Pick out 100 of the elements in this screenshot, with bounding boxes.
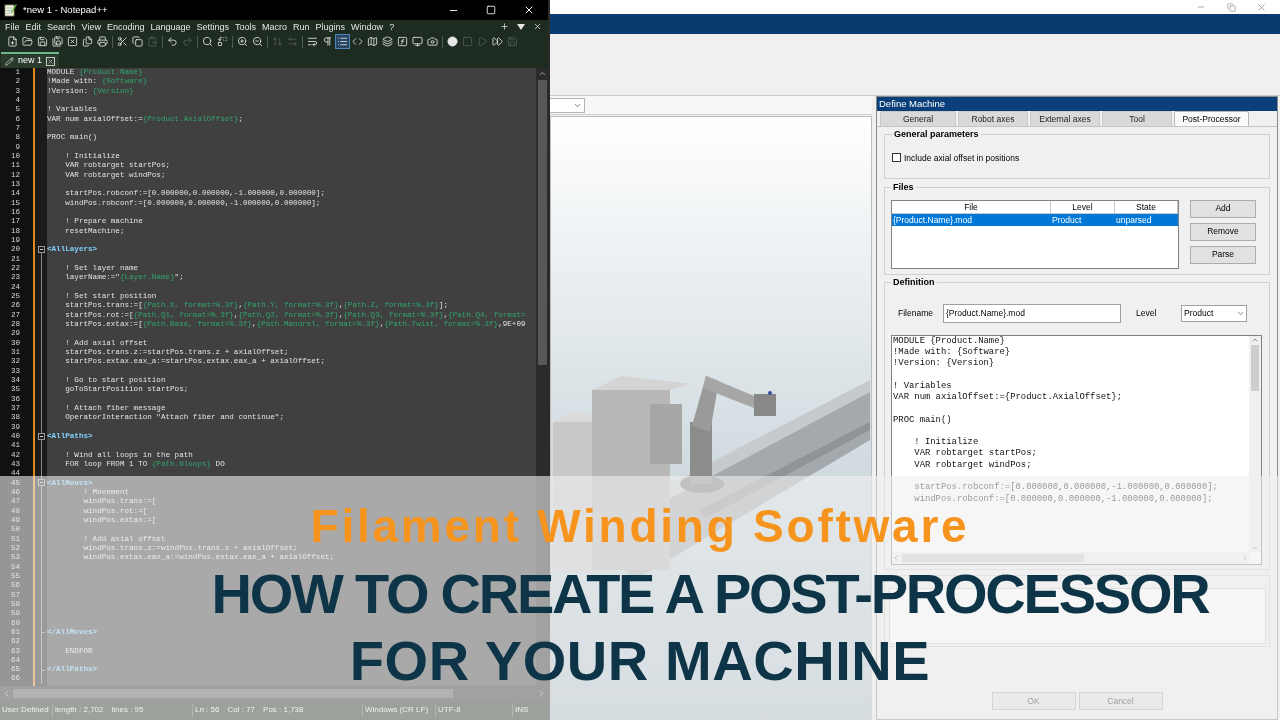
indent-guide-button[interactable] xyxy=(335,34,350,49)
status-text: INS xyxy=(515,704,529,716)
cut-button[interactable] xyxy=(115,34,130,49)
table-cell-text: unparsed xyxy=(1115,213,1153,226)
menu-item[interactable]: Language xyxy=(147,20,194,33)
layers-icon xyxy=(382,36,393,47)
field-label: Level xyxy=(1136,306,1158,320)
dropdown-triangle-icon[interactable] xyxy=(517,23,525,30)
level-select[interactable]: Product xyxy=(1181,304,1247,322)
dialog-tab[interactable]: General xyxy=(880,111,956,126)
document-map-button[interactable] xyxy=(365,34,380,49)
menu-item[interactable]: Search xyxy=(44,20,79,33)
function-list-button[interactable] xyxy=(395,34,410,49)
dialog-tab[interactable]: Robot axes xyxy=(958,111,1028,126)
find-button[interactable] xyxy=(200,34,215,49)
menu-item[interactable]: View xyxy=(78,20,104,33)
zoom-in-icon xyxy=(237,36,248,47)
menu-item[interactable]: ? xyxy=(386,20,398,33)
play-multiple-button[interactable] xyxy=(490,34,505,49)
menu-item[interactable]: Encoding xyxy=(103,20,148,33)
table-cell-text: Product xyxy=(1051,213,1083,226)
dialog-tab[interactable]: Tool xyxy=(1102,111,1172,126)
clipboard-icon xyxy=(147,36,158,47)
status-text: lines : 95 xyxy=(111,704,144,716)
editor-tab[interactable]: new 1 xyxy=(1,52,60,68)
new-file-icon xyxy=(7,36,18,47)
status-text: Col : 77 xyxy=(227,704,256,716)
print-button[interactable] xyxy=(95,34,110,49)
checkbox[interactable] xyxy=(892,153,901,163)
save-all-button[interactable] xyxy=(50,34,65,49)
status-text: length : 2,702 xyxy=(55,704,104,716)
dropdown-field[interactable] xyxy=(550,97,585,113)
action-button[interactable]: Parse xyxy=(1190,245,1256,264)
table-cell-text: {Product.Name}.mod xyxy=(892,213,973,226)
checkbox-label: Include axial offset in positions xyxy=(904,151,1020,165)
redo-icon xyxy=(182,36,193,47)
record-button[interactable] xyxy=(445,34,460,49)
undo-icon xyxy=(167,36,178,47)
scroll-up-icon[interactable] xyxy=(537,69,547,78)
menu-item[interactable]: Window xyxy=(348,20,387,33)
status-text: User Defined xyxy=(2,704,49,716)
menu-item[interactable]: File xyxy=(2,20,23,33)
square-x-icon xyxy=(67,36,78,47)
monitor-icon xyxy=(412,36,423,47)
copy-button[interactable] xyxy=(130,34,145,49)
wrap-text-icon xyxy=(307,36,318,47)
document-list-button[interactable] xyxy=(380,34,395,49)
collapse-icon[interactable] xyxy=(37,432,45,440)
replace-button[interactable] xyxy=(215,34,230,49)
function-icon xyxy=(397,36,408,47)
plus-icon[interactable] xyxy=(500,22,509,31)
play-icon xyxy=(477,36,488,47)
new-file-button[interactable] xyxy=(5,34,20,49)
close-all-button[interactable] xyxy=(80,34,95,49)
scrollbar-thumb[interactable] xyxy=(537,80,547,365)
scissors-icon xyxy=(117,36,128,47)
close-file-button[interactable] xyxy=(65,34,80,49)
search-icon xyxy=(202,36,213,47)
pencil-icon xyxy=(5,56,14,66)
status-text: Pos : 1,738 xyxy=(263,704,304,716)
open-button[interactable] xyxy=(20,34,35,49)
close-icon[interactable] xyxy=(46,56,56,66)
filename-field[interactable]: {Product.Name}.mod xyxy=(943,303,1121,323)
fast-forward-icon xyxy=(492,36,503,47)
group-title: Files xyxy=(892,181,915,194)
monitoring-button[interactable] xyxy=(425,34,440,49)
record-icon xyxy=(447,36,458,47)
menu-item[interactable]: Run xyxy=(290,20,313,33)
notepad-icon xyxy=(4,3,17,17)
zoom-out-button[interactable] xyxy=(250,34,265,49)
close-icon[interactable] xyxy=(533,22,542,31)
menu-item[interactable]: Tools xyxy=(232,20,260,33)
field-label: Filename xyxy=(897,306,934,320)
zoom-in-button[interactable] xyxy=(235,34,250,49)
maximize-icon xyxy=(486,5,496,15)
workspace-button[interactable] xyxy=(410,34,425,49)
code-icon xyxy=(352,36,363,47)
collapse-icon[interactable] xyxy=(37,246,45,254)
dialog-tab[interactable]: Post-Processor xyxy=(1174,111,1249,126)
menu-item[interactable]: Edit xyxy=(22,20,45,33)
replace-icon xyxy=(217,36,228,47)
dialog-tab[interactable]: External axes xyxy=(1030,111,1100,126)
menu-item[interactable]: Settings xyxy=(193,20,233,33)
column-header: File xyxy=(892,200,1051,213)
banner-subtitle: Filament Winding Software xyxy=(310,508,970,552)
menu-item[interactable]: Macro xyxy=(259,20,291,33)
restore-icon xyxy=(1226,2,1236,12)
group-title: General parameters xyxy=(893,128,980,141)
save-button[interactable] xyxy=(35,34,50,49)
map-icon xyxy=(367,36,378,47)
scrollbar-thumb[interactable] xyxy=(1251,344,1259,391)
zoom-out-icon xyxy=(252,36,263,47)
copy-icon xyxy=(132,36,143,47)
column-header: Level xyxy=(1051,200,1115,213)
action-button[interactable]: Remove xyxy=(1190,222,1256,241)
menu-item[interactable]: Plugins xyxy=(312,20,349,33)
window-title: *new 1 - Notepad++ xyxy=(23,2,108,17)
printer-icon xyxy=(97,36,108,47)
undo-button[interactable] xyxy=(165,34,180,49)
action-button[interactable]: Add xyxy=(1190,199,1256,218)
